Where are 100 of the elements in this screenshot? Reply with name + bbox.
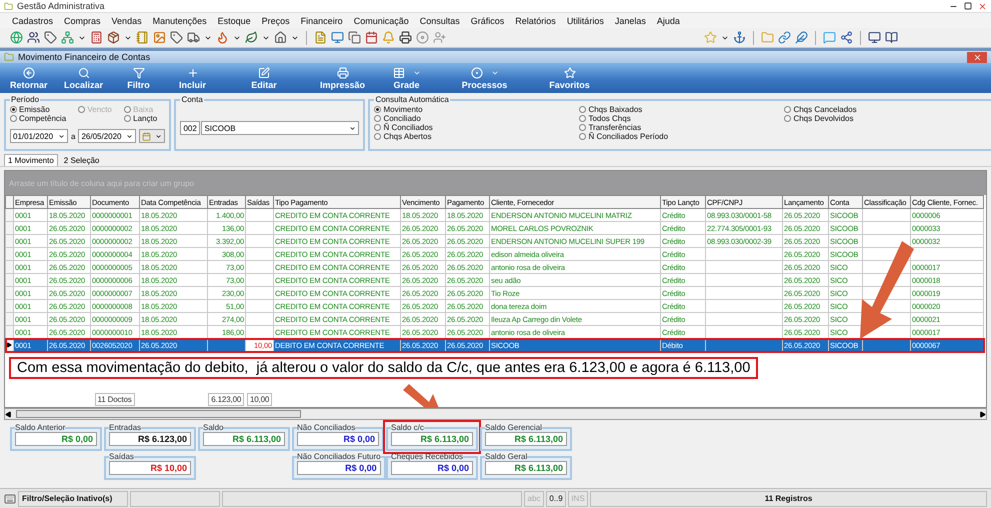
close-button[interactable] — [967, 52, 987, 62]
toolbar-button[interactable]: Filtro — [114, 63, 164, 93]
radio-option[interactable]: Competência — [10, 114, 74, 123]
toolbar-button[interactable]: Favoritos — [534, 63, 605, 93]
toolbar-button[interactable]: Localizar — [54, 63, 114, 93]
menu-item[interactable]: Comunicação — [354, 16, 409, 26]
globe-icon[interactable] — [10, 31, 23, 44]
chat-icon[interactable] — [823, 31, 836, 44]
radio-button[interactable] — [579, 115, 586, 122]
share-icon[interactable] — [840, 31, 853, 44]
tab[interactable]: 2 Seleção — [60, 154, 104, 166]
radio-option[interactable]: Chqs Baixados — [579, 105, 784, 114]
radio-button[interactable] — [124, 115, 132, 122]
menu-item[interactable]: Financeiro — [300, 16, 343, 26]
bell-icon[interactable] — [382, 31, 395, 44]
pages-icon[interactable] — [348, 31, 361, 44]
tag-icon[interactable] — [170, 31, 183, 44]
toolbar-button[interactable]: Incluir — [164, 63, 222, 93]
document-icon[interactable] — [314, 31, 327, 44]
menu-item[interactable]: Manutenções — [152, 16, 207, 26]
radio-option[interactable]: Transferências — [579, 123, 784, 132]
menu-item[interactable]: Estoque — [218, 16, 251, 26]
radio-option[interactable]: Ñ Conciliados — [374, 123, 580, 132]
tag-icon[interactable] — [44, 31, 57, 44]
radio-button[interactable] — [374, 115, 382, 122]
caret-icon — [126, 132, 134, 140]
radio-option[interactable]: Chqs Cancelados — [784, 105, 990, 114]
flame-icon[interactable] — [216, 31, 229, 44]
printer-icon — [336, 66, 349, 78]
people-icon[interactable] — [27, 31, 40, 44]
date-field[interactable]: 26/05/2020 — [78, 129, 136, 143]
printer-icon[interactable] — [399, 31, 412, 44]
menu-item[interactable]: Preços — [262, 16, 290, 26]
menu-item[interactable]: Janelas — [614, 16, 646, 26]
star-icon[interactable] — [704, 31, 717, 44]
box-icon[interactable] — [107, 31, 120, 44]
radio-option[interactable]: Ñ Conciliados Período — [579, 132, 784, 141]
menu-item[interactable]: Ajuda — [656, 16, 680, 26]
user-icon[interactable] — [433, 31, 446, 44]
calendar-button[interactable] — [139, 129, 166, 143]
edit-icon — [258, 66, 270, 78]
radio-option[interactable]: Emissão — [10, 105, 74, 114]
monitor-icon[interactable] — [331, 31, 344, 44]
radio-button[interactable] — [579, 124, 586, 131]
leaf-icon[interactable] — [245, 31, 258, 44]
radio-button[interactable] — [374, 106, 382, 113]
summary-value: R$ 0,00 — [15, 432, 97, 446]
calculator-icon[interactable] — [90, 31, 103, 44]
menu-item[interactable]: Relatórios — [515, 16, 556, 26]
network-icon[interactable] — [61, 31, 74, 44]
radio-button[interactable] — [10, 106, 17, 113]
toolbar-button[interactable]: Editar — [222, 63, 307, 93]
menu-item[interactable]: Consultas — [420, 16, 460, 26]
radio-option[interactable]: Conciliado — [374, 114, 580, 123]
radio-option[interactable]: Chqs Devolvidos — [784, 114, 990, 123]
star-icon — [564, 66, 576, 78]
column-header[interactable] — [6, 196, 14, 208]
plus-icon — [186, 66, 199, 78]
summary-value: R$ 6.113,00 — [203, 432, 285, 446]
account-code-field[interactable]: 002 — [180, 121, 200, 135]
disc-icon[interactable] — [416, 31, 429, 44]
radio-option[interactable]: Todos Chqs — [579, 114, 784, 123]
picture-icon[interactable] — [153, 31, 166, 44]
toolbar-button[interactable]: Grade — [378, 63, 435, 93]
radio-button[interactable] — [374, 133, 382, 140]
radio-button[interactable] — [374, 124, 382, 131]
horizontal-scrollbar[interactable] — [4, 408, 987, 420]
house-icon[interactable] — [274, 31, 287, 44]
folder-icon[interactable] — [761, 31, 774, 44]
caret-icon — [155, 132, 162, 140]
feather-icon[interactable] — [795, 31, 808, 44]
menu-item[interactable]: Cadastros — [12, 16, 54, 26]
radio-option[interactable]: Lançto — [124, 114, 166, 123]
book-icon[interactable] — [885, 31, 898, 44]
notebook-icon[interactable] — [136, 31, 149, 44]
radio-button[interactable] — [784, 106, 792, 113]
radio-option[interactable]: Movimento — [374, 105, 580, 114]
radio-option[interactable]: Chqs Abertos — [374, 132, 580, 141]
menu-item[interactable]: Vendas — [112, 16, 142, 26]
window-icon — [4, 52, 14, 62]
tab[interactable]: 1 Movimento — [4, 154, 58, 166]
radio-button[interactable] — [579, 106, 586, 113]
toolbar-button[interactable]: Retornar — [4, 63, 54, 93]
menu-item[interactable]: Compras — [64, 16, 101, 26]
toolbar-button[interactable]: Impressão — [306, 63, 379, 93]
toolbar-button[interactable]: Processos — [434, 63, 535, 93]
menu-item[interactable]: Utilitários — [566, 16, 604, 26]
radio-button[interactable] — [10, 115, 17, 122]
account-select[interactable]: SICOOB — [201, 121, 360, 135]
radio-button[interactable] — [784, 115, 792, 122]
anchor-icon[interactable] — [733, 31, 746, 44]
calendar-icon[interactable] — [365, 31, 378, 44]
radio-button[interactable] — [579, 133, 586, 140]
link-icon[interactable] — [778, 31, 791, 44]
date-field[interactable]: 01/01/2020 — [10, 129, 68, 143]
keyboard-icon — [4, 492, 16, 504]
truck-icon[interactable] — [187, 31, 200, 44]
monitor-icon[interactable] — [868, 31, 881, 44]
summary-label: Cheques Recebidos — [391, 452, 464, 461]
menu-item[interactable]: Gráficos — [470, 16, 504, 26]
